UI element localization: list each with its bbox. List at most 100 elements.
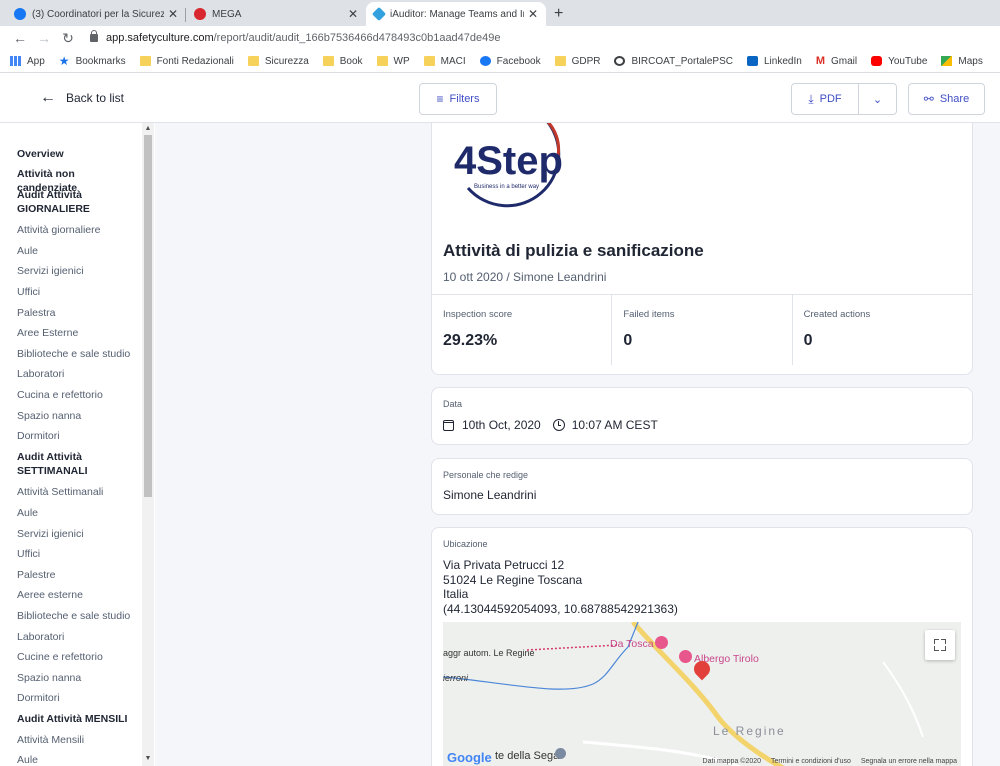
sidebar-scrollbar[interactable]: ▲ ▼ — [142, 123, 154, 766]
map-terms-link[interactable]: Termini e condizioni d'uso — [771, 758, 851, 765]
bookmark-app[interactable]: App — [10, 56, 45, 67]
sidebar-item[interactable]: Laboratori — [17, 367, 137, 381]
time-value: 10:07 AM CEST — [571, 418, 658, 432]
sidebar-item[interactable]: Dormitori — [17, 429, 137, 443]
address-bar: ← → ↻ app.safetyculture.com/report/audit… — [0, 26, 1000, 50]
calendar-icon — [443, 419, 454, 431]
back-to-list-link[interactable]: ← Back to list — [40, 89, 124, 107]
author-field-card: Personale che redige Simone Leandrini — [431, 458, 973, 515]
logo-brand: 4Step — [454, 139, 563, 183]
sidebar-item-overview[interactable]: Overview — [17, 147, 137, 161]
sidebar-item[interactable]: Spazio nanna — [17, 409, 137, 423]
scrollbar-thumb[interactable] — [144, 135, 152, 497]
map-footer: Dati mappa ©2020 Termini e condizioni d'… — [695, 758, 957, 765]
poi-label-da-tosca[interactable]: Da Tosca — [610, 638, 654, 650]
sidebar-item[interactable]: Laboratori — [17, 630, 137, 644]
date-time-row: 10th Oct, 2020 10:07 AM CEST — [443, 418, 658, 432]
browser-tab-mega[interactable]: MEGA ✕ — [186, 2, 366, 26]
globe-icon — [614, 56, 626, 66]
close-icon[interactable]: ✕ — [528, 7, 538, 21]
back-arrow-icon[interactable]: ← — [8, 30, 32, 46]
pdf-button[interactable]: ⤓ PDF — [791, 83, 859, 115]
folder-icon — [247, 56, 259, 66]
facebook-icon — [14, 8, 26, 20]
bookmark-gdpr[interactable]: GDPR — [554, 56, 600, 67]
stat-failed-items: Failed items 0 — [612, 295, 793, 365]
bookmark-book[interactable]: Book — [322, 56, 363, 67]
sidebar-item[interactable]: Aeree esterne — [17, 588, 137, 602]
youtube-icon — [871, 56, 883, 66]
sidebar-item-audit-giornaliere[interactable]: Audit Attività GIORNALIERE — [17, 188, 137, 216]
arrow-left-icon: ← — [40, 89, 56, 106]
sidebar-item[interactable]: Palestre — [17, 568, 137, 582]
sidebar-item[interactable]: Cucina e refettorio — [17, 388, 137, 402]
sidebar-item[interactable]: Palestra — [17, 306, 137, 320]
sidebar-item[interactable]: Aule — [17, 753, 137, 766]
map-roads — [443, 622, 924, 766]
bookmark-bircoat[interactable]: BIRCOAT_PortalePSC — [614, 56, 733, 67]
gmail-icon: M — [815, 55, 825, 67]
bookmark-facebook[interactable]: Facebook — [479, 56, 541, 67]
sidebar-item[interactable]: Uffici — [17, 285, 137, 299]
scroll-down-icon[interactable]: ▼ — [144, 755, 152, 762]
new-tab-button[interactable]: + — [554, 2, 563, 26]
sidebar-item[interactable]: Attività giornaliere — [17, 223, 137, 237]
maps-icon — [941, 56, 953, 66]
reload-icon[interactable]: ↻ — [56, 30, 80, 47]
close-icon[interactable]: ✕ — [348, 7, 358, 21]
folder-icon — [554, 56, 566, 66]
sidebar-item[interactable]: Aule — [17, 244, 137, 258]
share-button[interactable]: ⚯ Share — [908, 83, 985, 115]
sidebar-item[interactable]: Attività Settimanali — [17, 485, 137, 499]
url-input[interactable]: app.safetyculture.com/report/audit/audit… — [86, 28, 1000, 48]
sidebar-item-audit-mensili[interactable]: Audit Attività MENSILI — [17, 712, 137, 726]
hotel-pin-icon — [679, 650, 692, 663]
bookmark-maps[interactable]: Maps — [941, 56, 983, 67]
browser-tab-facebook[interactable]: (3) Coordinatori per la Sicurezza ✕ — [6, 2, 186, 26]
sidebar-nav: Overview Attività non candenziate Audit … — [0, 123, 155, 766]
filters-button[interactable]: ≡ Filters — [419, 83, 497, 115]
sidebar-item[interactable]: Biblioteche e sale studio — [17, 609, 137, 623]
author-value: Simone Leandrini — [443, 488, 537, 502]
field-label: Personale che redige — [443, 470, 529, 480]
bookmark-fonti-redazionali[interactable]: Fonti Redazionali — [139, 56, 234, 67]
bookmark-sicurezza[interactable]: Sicurezza — [247, 56, 309, 67]
report-header: ← Back to list ≡ Filters ⤓ PDF ⌄ ⚯ Share — [0, 73, 1000, 123]
map-label: te della Sega — [495, 750, 560, 762]
bookmark-wp[interactable]: WP — [376, 56, 410, 67]
forward-arrow-icon[interactable]: → — [32, 30, 56, 46]
sidebar-item[interactable]: Servizi igienici — [17, 264, 137, 278]
sidebar-item[interactable]: Aule — [17, 506, 137, 520]
linkedin-icon — [747, 56, 758, 66]
star-icon: ★ — [58, 54, 70, 68]
pdf-options-button[interactable]: ⌄ — [858, 83, 897, 115]
field-label: Ubicazione — [443, 539, 488, 549]
bookmark-bookmarks[interactable]: ★ Bookmarks — [59, 54, 126, 68]
back-label: Back to list — [66, 91, 125, 105]
bookmark-youtube[interactable]: YouTube — [871, 56, 927, 67]
sidebar-item[interactable]: Biblioteche e sale studio — [17, 347, 137, 361]
sidebar-item[interactable]: Spazio nanna — [17, 671, 137, 685]
map-report-link[interactable]: Segnala un errore nella mappa — [861, 758, 957, 765]
close-icon[interactable]: ✕ — [168, 7, 178, 21]
bookmark-gmail[interactable]: M Gmail — [816, 55, 857, 67]
chevron-down-icon: ⌄ — [872, 93, 883, 106]
sidebar-item[interactable]: Uffici — [17, 547, 137, 561]
map-data-credit: Dati mappa ©2020 — [702, 758, 762, 765]
map-fullscreen-button[interactable] — [925, 630, 955, 660]
sidebar-item[interactable]: Dormitori — [17, 691, 137, 705]
sidebar-item[interactable]: Attività Mensili — [17, 733, 137, 747]
bookmark-maci[interactable]: MACI — [423, 56, 466, 67]
address-line: Via Privata Petrucci 12 — [443, 558, 565, 572]
sidebar-item[interactable]: Servizi igienici — [17, 527, 137, 541]
location-map[interactable]: aggr autom. Le Regine ierroni Da Tosca A… — [443, 622, 961, 766]
page-subtitle: 10 ott 2020 / Simone Leandrini — [443, 270, 607, 284]
clock-icon — [552, 419, 565, 431]
scroll-up-icon[interactable]: ▲ — [144, 125, 152, 132]
sidebar-item-audit-settimanali[interactable]: Audit Attività SETTIMANALI — [17, 450, 137, 478]
browser-tab-iauditor[interactable]: iAuditor: Manage Teams and Insp ✕ — [366, 2, 546, 26]
bookmark-linkedin[interactable]: LinkedIn — [747, 56, 802, 67]
sidebar-item[interactable]: Aree Esterne — [17, 326, 137, 340]
sidebar-item[interactable]: Cucine e refettorio — [17, 650, 137, 664]
field-label: Data — [443, 399, 463, 409]
